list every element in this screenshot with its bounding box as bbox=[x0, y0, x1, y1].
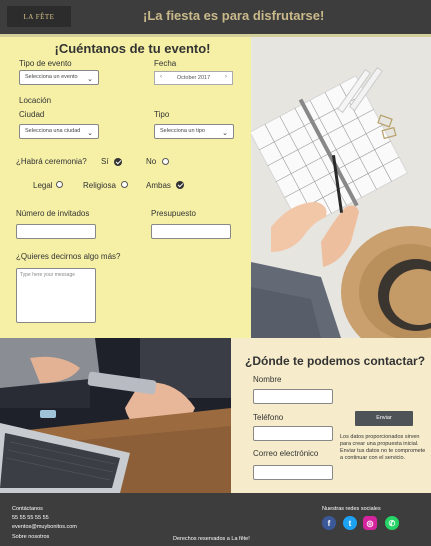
chevron-down-icon: ⌄ bbox=[87, 130, 93, 137]
footer-social-heading: Nuestras redes sociales bbox=[322, 506, 381, 512]
religious-label: Religiosa bbox=[83, 181, 116, 190]
message-placeholder: Type here your message bbox=[20, 272, 76, 278]
instagram-icon[interactable]: ◎ bbox=[363, 516, 377, 530]
twitter-icon[interactable]: t bbox=[343, 516, 357, 530]
twitter-glyph: t bbox=[348, 518, 352, 528]
chevron-down-icon: ⌄ bbox=[87, 76, 93, 83]
ceremony-yes-label: Sí bbox=[101, 157, 109, 166]
event-type-select[interactable]: Selecciona un evento ⌄ bbox=[19, 70, 99, 85]
legal-radio[interactable] bbox=[56, 181, 63, 188]
ceremony-yes-radio[interactable] bbox=[114, 158, 122, 166]
type-label: Tipo bbox=[154, 110, 170, 119]
both-radio[interactable] bbox=[176, 181, 184, 189]
email-input[interactable] bbox=[253, 465, 333, 480]
message-textarea[interactable]: Type here your message bbox=[16, 268, 96, 323]
date-picker[interactable]: ‹ October 2017 › bbox=[154, 71, 233, 85]
footer-email[interactable]: eventos@muybonitos.com bbox=[12, 524, 77, 530]
phone-label: Teléfono bbox=[253, 413, 284, 422]
contact-form-title: ¿Dónde te podemos contactar? bbox=[245, 354, 426, 368]
budget-input[interactable] bbox=[151, 224, 231, 239]
header-tagline: ¡La fiesta es para disfrutarse! bbox=[143, 8, 325, 23]
next-month-icon[interactable]: › bbox=[225, 74, 227, 80]
instagram-glyph: ◎ bbox=[366, 518, 374, 528]
guests-input[interactable] bbox=[16, 224, 96, 239]
city-label: Ciudad bbox=[19, 110, 45, 119]
name-input[interactable] bbox=[253, 389, 333, 404]
budget-label: Presupuesto bbox=[151, 209, 196, 218]
date-value: October 2017 bbox=[176, 75, 211, 81]
brand-logo[interactable]: LA FÊTE bbox=[7, 6, 71, 27]
footer-copyright: Derechos reservados a La fête! bbox=[173, 536, 250, 542]
email-label: Correo electrónico bbox=[253, 449, 319, 458]
whatsapp-icon[interactable]: ✆ bbox=[385, 516, 399, 530]
event-type-value: Selecciona un evento bbox=[25, 74, 78, 80]
type-value: Selecciona un tipo bbox=[160, 128, 205, 134]
location-label: Locación bbox=[19, 96, 52, 105]
phone-input[interactable] bbox=[253, 426, 333, 441]
event-form-title: ¡Cuéntanos de tu evento! bbox=[54, 41, 211, 56]
site-footer: Contáctanos 55 55 55 55 55 eventos@muybo… bbox=[0, 493, 431, 546]
site-header: LA FÊTE ¡La fiesta es para disfrutarse! bbox=[0, 0, 431, 34]
religious-radio[interactable] bbox=[121, 181, 128, 188]
city-value: Selecciona una ciudad bbox=[25, 128, 81, 134]
ceremony-no-radio[interactable] bbox=[162, 158, 169, 165]
footer-phone: 55 55 55 55 55 bbox=[12, 515, 49, 521]
laptop-phone-photo bbox=[0, 338, 231, 493]
event-form: ¡Cuéntanos de tu evento! Tipo de evento … bbox=[0, 37, 251, 338]
both-label: Ambas bbox=[146, 181, 171, 190]
send-button[interactable]: Enviar bbox=[355, 411, 413, 426]
ceremony-question: ¿Habrá ceremonia? bbox=[16, 157, 87, 166]
more-info-label: ¿Quieres decirnos algo más? bbox=[16, 252, 121, 261]
guests-label: Número de invitados bbox=[16, 209, 90, 218]
event-type-label: Tipo de evento bbox=[19, 59, 72, 68]
ceremony-no-label: No bbox=[146, 157, 157, 166]
facebook-glyph: f bbox=[327, 518, 331, 528]
name-label: Nombre bbox=[253, 375, 282, 384]
footer-contact-heading: Contáctanos bbox=[12, 506, 43, 512]
whatsapp-glyph: ✆ bbox=[388, 518, 396, 528]
type-select[interactable]: Selecciona un tipo ⌄ bbox=[154, 124, 234, 139]
event-planning-photo bbox=[251, 37, 431, 338]
footer-about-link[interactable]: Sobre nosotros bbox=[12, 534, 49, 540]
logo-text: LA FÊTE bbox=[23, 12, 55, 21]
facebook-icon[interactable]: f bbox=[322, 516, 336, 530]
contact-form: ¿Dónde te podemos contactar? Nombre Telé… bbox=[231, 338, 431, 493]
privacy-note: Los datos proporcionados sirven para cre… bbox=[340, 434, 426, 461]
legal-label: Legal bbox=[33, 181, 53, 190]
date-label: Fecha bbox=[154, 59, 177, 68]
chevron-down-icon: ⌄ bbox=[222, 130, 228, 137]
city-select[interactable]: Selecciona una ciudad ⌄ bbox=[19, 124, 99, 139]
